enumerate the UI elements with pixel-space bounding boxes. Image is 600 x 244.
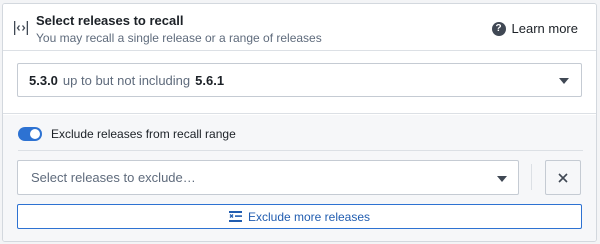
- caret-down-icon: [559, 78, 569, 84]
- exclude-more-releases-button[interactable]: Exclude more releases: [17, 204, 582, 229]
- exclude-releases-select[interactable]: Select releases to exclude…: [17, 160, 519, 195]
- help-icon: ?: [491, 21, 506, 36]
- range-end-version: 5.6.1: [195, 72, 225, 88]
- vertical-divider: [531, 164, 532, 190]
- caret-down-icon: [497, 176, 507, 182]
- exclude-toggle-row: Exclude releases from recall range: [18, 127, 236, 141]
- exclude-toggle-switch[interactable]: [18, 127, 42, 141]
- learn-more-link[interactable]: ? Learn more: [491, 21, 578, 36]
- exclude-select-placeholder: Select releases to exclude…: [31, 170, 196, 185]
- code-brackets-icon: [14, 21, 28, 35]
- exclude-section: Exclude releases from recall range Selec…: [3, 115, 596, 241]
- learn-more-label: Learn more: [511, 21, 578, 36]
- toggle-knob: [30, 129, 40, 139]
- close-icon: [558, 172, 568, 183]
- exclude-toggle-label: Exclude releases from recall range: [51, 127, 236, 141]
- panel-title: Select releases to recall: [36, 13, 184, 28]
- range-section: 5.3.0 up to but not including 5.6.1: [3, 52, 596, 114]
- recall-panel: Select releases to recall You may recall…: [2, 3, 597, 242]
- release-range-select[interactable]: 5.3.0 up to but not including 5.6.1: [17, 63, 582, 97]
- exclude-more-label: Exclude more releases: [247, 209, 371, 224]
- panel-subtitle: You may recall a single release or a ran…: [36, 31, 322, 45]
- clear-exclusion-button[interactable]: [545, 160, 581, 195]
- panel-header: Select releases to recall You may recall…: [3, 4, 596, 51]
- range-connector-text: up to but not including: [62, 72, 191, 88]
- range-start-version: 5.3.0: [29, 72, 58, 88]
- exclude-list-icon: [228, 211, 242, 222]
- section-divider: [18, 150, 583, 151]
